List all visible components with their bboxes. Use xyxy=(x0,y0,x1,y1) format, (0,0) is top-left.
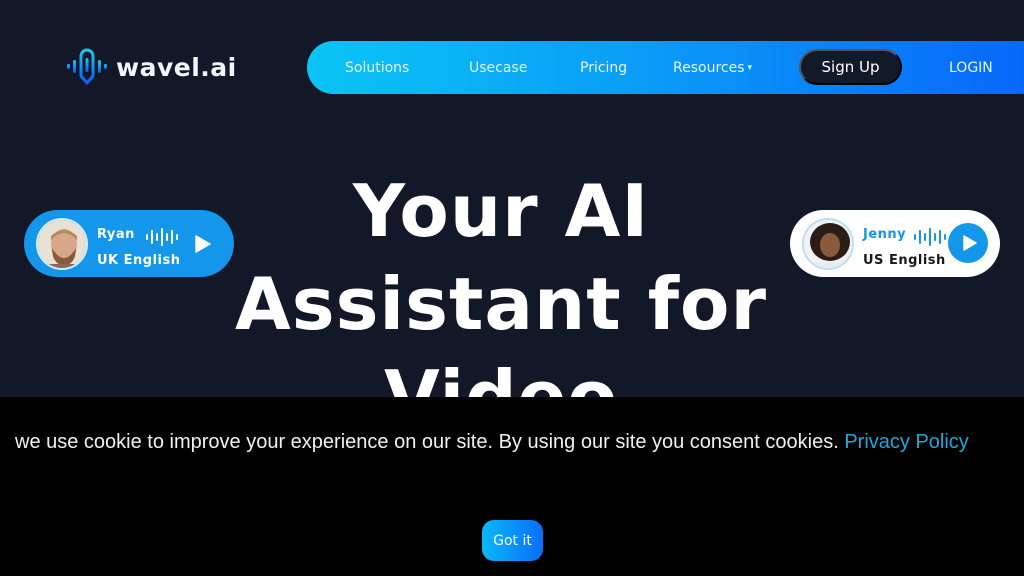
hero-line-1: Your AI xyxy=(352,169,650,253)
brand-name: wavel.ai xyxy=(116,52,237,82)
hero-line-2: Assistant for xyxy=(234,262,767,346)
nav-solutions[interactable]: Solutions xyxy=(345,60,409,76)
nav-resources[interactable]: Resources ▾ xyxy=(673,60,752,76)
nav-pricing[interactable]: Pricing xyxy=(580,60,627,76)
cookie-banner: we use cookie to improve your experience… xyxy=(0,397,1024,576)
privacy-policy-link[interactable]: Privacy Policy xyxy=(844,431,968,453)
signup-button[interactable]: Sign Up xyxy=(799,49,902,85)
main-nav: Solutions Usecase Pricing Resources ▾ Sig… xyxy=(307,41,1024,94)
got-it-button[interactable]: Got it xyxy=(482,520,543,561)
cookie-message-text: we use cookie to improve your experience… xyxy=(15,431,845,453)
login-link[interactable]: LOGIN xyxy=(949,60,993,76)
nav-resources-label: Resources xyxy=(673,59,745,76)
brand-logo[interactable]: wavel.ai xyxy=(66,48,237,86)
cookie-message: we use cookie to improve your experience… xyxy=(15,427,1005,457)
nav-usecase[interactable]: Usecase xyxy=(469,60,527,76)
caret-down-icon: ▾ xyxy=(747,62,753,73)
soundwave-pen-icon xyxy=(67,48,107,85)
